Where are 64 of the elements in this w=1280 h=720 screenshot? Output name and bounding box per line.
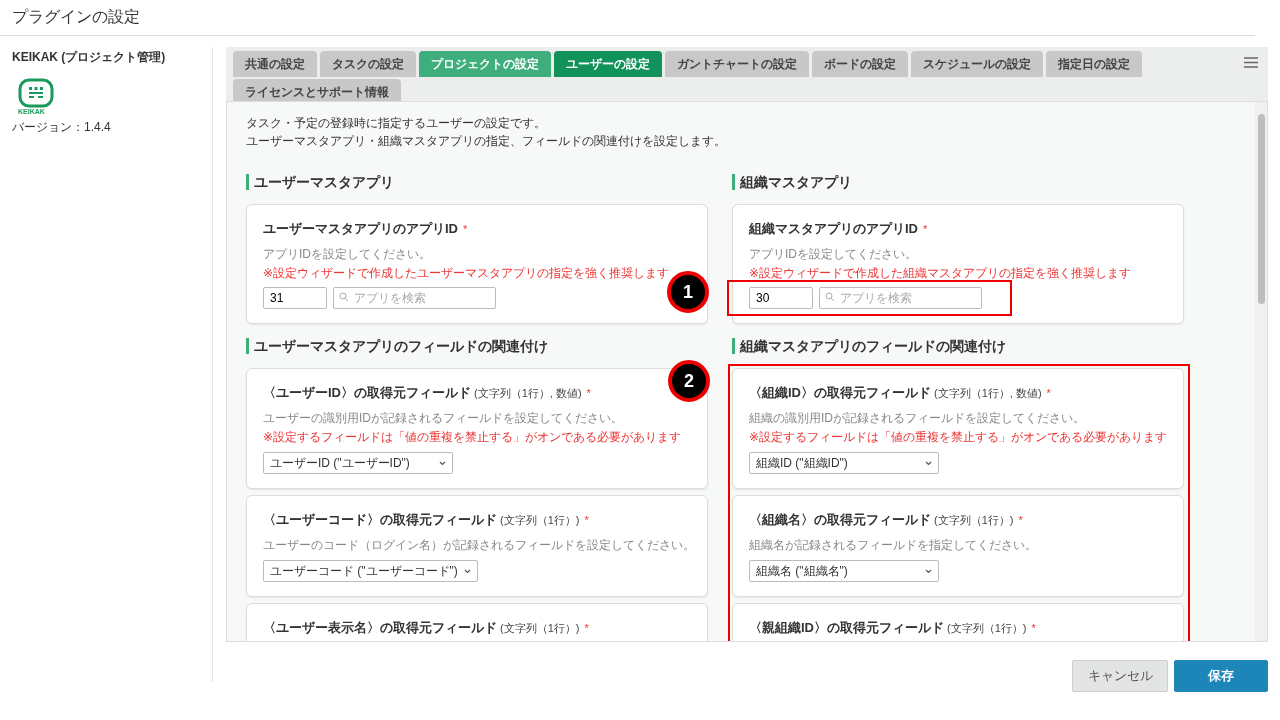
field-title: 〈組織名〉の取得元フィールド [749,512,931,527]
tab[interactable]: スケジュールの設定 [911,51,1043,77]
field-description: アプリIDを設定してください。 [263,246,432,263]
tab[interactable]: 共通の設定 [233,51,317,77]
version-text: バージョン：1.4.4 [12,119,112,136]
tab[interactable]: タスクの設定 [320,51,416,77]
field-title: 〈組織ID〉の取得元フィールド [749,385,931,400]
field-select[interactable]: ユーザーID ("ユーザーID") [263,452,453,474]
field-description: 組織名が記録されるフィールドを指定してください。 [749,537,1038,554]
scrollbar[interactable] [1255,102,1267,641]
save-button[interactable]: 保存 [1174,660,1268,692]
tab[interactable]: 指定日の設定 [1046,51,1142,77]
page-title: プラグインの設定 [0,0,1255,36]
chevron-icon [925,460,932,466]
field-warning: ※設定ウィザードで作成した組織マスタアプリの指定を強く推奨します [749,265,1133,282]
field-type-text: (文字列（1行）, 数値) [934,387,1042,399]
required-mark: * [1018,514,1023,526]
plugin-name: KEIKAK (プロジェクト管理) [12,49,167,66]
required-mark: * [923,223,928,235]
callout-number: 2 [668,360,710,402]
required-mark: * [463,223,468,235]
required-mark: * [1031,622,1036,634]
chevron-icon [439,460,446,466]
tab[interactable]: ボードの設定 [812,51,908,77]
app-id-input[interactable]: 31 [263,287,327,309]
required-mark: * [586,387,591,399]
intro-text: タスク・予定の登録時に指定するユーザーの設定です。 ユーザーマスタアプリ・組織マスタアプリの指定、フィールドの関連付けを設定します。 [246,115,727,150]
field-description: ユーザーのコード（ログイン名）が記録されるフィールドを設定してください。 [263,537,696,554]
section-heading: ユーザーマスタアプリ [246,174,708,190]
logo-icon [18,78,54,108]
field-type-text: (文字列（1行）) [947,622,1027,634]
field-select[interactable]: 組織名 ("組織名") [749,560,939,582]
app-search-field[interactable]: アプリを検索 [333,287,496,309]
field-title: ユーザーマスタアプリのアプリID [263,221,458,236]
field-title: 〈ユーザーコード〉の取得元フィールド [263,512,497,527]
app-search-field[interactable]: アプリを検索 [819,287,982,309]
field-title: 〈ユーザーID〉の取得元フィールド [263,385,471,400]
field-description: アプリIDを設定してください。 [749,246,918,263]
field-select[interactable]: 組織ID ("組織ID") [749,452,939,474]
tab[interactable]: ガントチャートの設定 [665,51,809,77]
chevron-icon [463,568,471,574]
required-mark: * [584,514,589,526]
menu-icon[interactable] [1244,57,1258,68]
field-type-text: (文字列（1行）) [500,622,580,634]
chevron-icon [925,568,932,574]
cancel-button[interactable]: キャンセル [1072,660,1168,692]
app-id-input[interactable]: 30 [749,287,813,309]
required-mark: * [1046,387,1051,399]
tab[interactable]: ユーザーの設定 [554,51,662,77]
field-title: 組織マスタアプリのアプリID [749,221,918,236]
section-heading: ユーザーマスタアプリのフィールドの関連付け [246,338,708,354]
field-warning: ※設定するフィールドは「値の重複を禁止する」がオンである必要があります [749,429,1169,446]
field-title: 〈ユーザー表示名〉の取得元フィールド [263,620,497,635]
section-heading: 組織マスタアプリのフィールドの関連付け [732,338,1184,354]
field-title: 〈親組織ID〉の取得元フィールド [749,620,944,635]
required-mark: * [584,622,589,634]
field-type-text: (文字列（1行）) [934,514,1014,526]
field-description: ユーザーの識別用IDが記録されるフィールドを設定してください。 [263,410,624,427]
field-warning: ※設定するフィールドは「値の重複を禁止する」がオンである必要があります [263,429,683,446]
field-type-text: (文字列（1行）, 数値) [474,387,582,399]
field-type-text: (文字列（1行）) [500,514,580,526]
field-description: 組織の識別用IDが記録されるフィールドを設定してください。 [749,410,1086,427]
section-heading: 組織マスタアプリ [732,174,1184,190]
field-select[interactable]: ユーザーコード ("ユーザーコード") [263,560,478,582]
